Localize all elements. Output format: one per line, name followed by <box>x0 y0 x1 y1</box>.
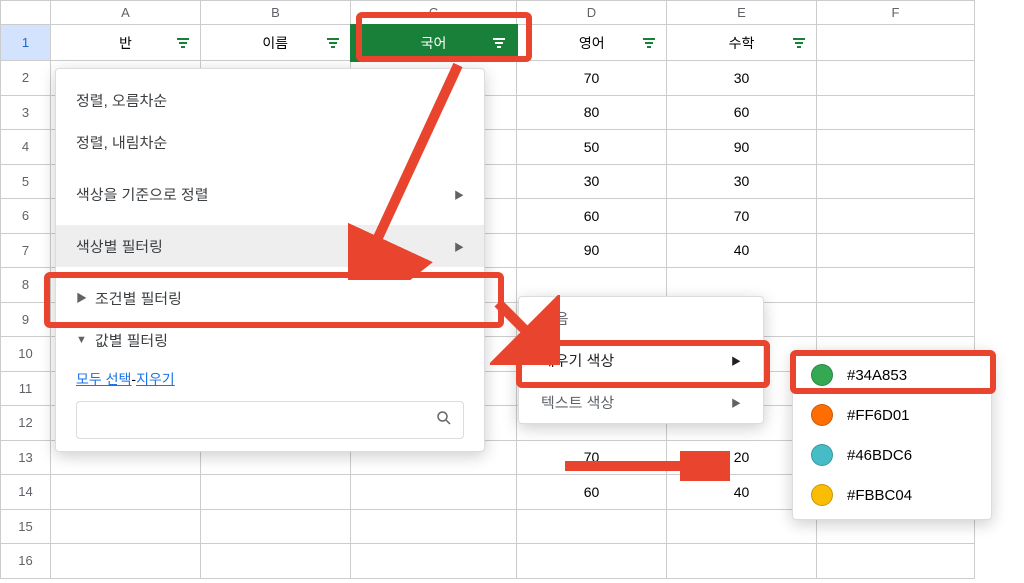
row-header-1[interactable]: 1 <box>1 25 51 61</box>
menu-filter-by-condition[interactable]: ▶ 조건별 필터링 <box>56 277 484 319</box>
row-header-16[interactable]: 16 <box>1 544 51 579</box>
submenu-label: 텍스트 색상 <box>541 392 614 413</box>
menu-label: 정렬, 내림차순 <box>76 132 167 153</box>
row-header-9[interactable]: 9 <box>1 302 51 337</box>
row-header-15[interactable]: 15 <box>1 509 51 544</box>
cell-F1[interactable] <box>817 25 975 61</box>
row-header-3[interactable]: 3 <box>1 95 51 130</box>
chevron-right-icon: ▶ <box>454 187 464 202</box>
menu-sort-desc[interactable]: 정렬, 내림차순 <box>56 121 484 163</box>
row-header-14[interactable]: 14 <box>1 475 51 510</box>
color-option[interactable]: #46BDC6 <box>793 435 991 475</box>
cell-D5[interactable]: 30 <box>517 164 667 199</box>
menu-label: 값별 필터링 <box>95 330 168 351</box>
row-header-11[interactable]: 11 <box>1 371 51 406</box>
select-clear-links: 모두 선택-지우기 <box>56 361 484 401</box>
chevron-right-icon: ▶ <box>76 290 87 306</box>
col-header-D[interactable]: D <box>517 1 667 25</box>
menu-label: 색상을 기준으로 정렬 <box>76 184 209 205</box>
cell-C1[interactable]: 국어 <box>351 25 517 61</box>
filter-menu: 정렬, 오름차순 정렬, 내림차순 색상을 기준으로 정렬 ▶ 색상별 필터링 … <box>55 68 485 452</box>
row-header-2[interactable]: 2 <box>1 61 51 96</box>
cell-E7[interactable]: 40 <box>667 233 817 268</box>
chevron-right-icon: ▶ <box>731 395 741 410</box>
col-header-B[interactable]: B <box>201 1 351 25</box>
filter-search[interactable] <box>76 401 464 439</box>
select-all-link[interactable]: 모두 선택 <box>76 371 131 387</box>
menu-label: 정렬, 오름차순 <box>76 90 167 111</box>
chevron-right-icon: ▶ <box>454 239 464 254</box>
color-picker-list: #34A853 #FF6D01 #46BDC6 #FBBC04 <box>792 350 992 520</box>
select-all-corner[interactable] <box>1 1 51 25</box>
menu-label: 조건별 필터링 <box>95 288 182 309</box>
header-label: 영어 <box>579 35 605 51</box>
cell-B1[interactable]: 이름 <box>201 25 351 61</box>
cell-D6[interactable]: 60 <box>517 199 667 234</box>
chevron-right-icon: ▶ <box>731 353 741 368</box>
cell-E4[interactable]: 90 <box>667 130 817 165</box>
color-label: #FF6D01 <box>847 407 910 424</box>
submenu-label: 채우기 색상 <box>541 350 614 371</box>
filter-icon[interactable] <box>640 34 658 52</box>
header-label: 수학 <box>729 35 755 51</box>
row-header-5[interactable]: 5 <box>1 164 51 199</box>
filter-color-submenu: 없음 채우기 색상 ▶ 텍스트 색상 ▶ <box>518 296 764 424</box>
color-label: #46BDC6 <box>847 447 912 464</box>
submenu-text-color[interactable]: 텍스트 색상 ▶ <box>519 381 763 423</box>
menu-filter-by-color[interactable]: 색상별 필터링 ▶ <box>56 225 484 267</box>
header-label: 이름 <box>262 35 288 51</box>
col-header-F[interactable]: F <box>817 1 975 25</box>
filter-icon[interactable] <box>174 34 192 52</box>
cell-E5[interactable]: 30 <box>667 164 817 199</box>
filter-icon-active[interactable] <box>490 34 508 52</box>
cell-D3[interactable]: 80 <box>517 95 667 130</box>
clear-link[interactable]: 지우기 <box>136 371 175 387</box>
menu-filter-by-values[interactable]: ▼ 값별 필터링 <box>56 319 484 361</box>
menu-sort-asc[interactable]: 정렬, 오름차순 <box>56 79 484 121</box>
row-fill-strip <box>516 62 519 96</box>
cell-D4[interactable]: 50 <box>517 130 667 165</box>
color-option[interactable]: #34A853 <box>793 355 991 395</box>
color-label: #34A853 <box>847 367 907 384</box>
submenu-fill-color[interactable]: 채우기 색상 ▶ <box>519 339 763 381</box>
header-label: 반 <box>119 35 132 51</box>
cell-D13[interactable]: 70 <box>517 440 667 475</box>
menu-label: 색상별 필터링 <box>76 236 163 257</box>
header-label: 국어 <box>421 35 447 51</box>
cell-E1[interactable]: 수학 <box>667 25 817 61</box>
color-swatch-icon <box>811 364 833 386</box>
row-header-7[interactable]: 7 <box>1 233 51 268</box>
row-header-10[interactable]: 10 <box>1 337 51 372</box>
color-label: #FBBC04 <box>847 487 912 504</box>
menu-sort-by-color[interactable]: 색상을 기준으로 정렬 ▶ <box>56 173 484 215</box>
filter-icon[interactable] <box>324 34 342 52</box>
row-header-6[interactable]: 6 <box>1 199 51 234</box>
cell-E3[interactable]: 60 <box>667 95 817 130</box>
row-header-13[interactable]: 13 <box>1 440 51 475</box>
cell-D14[interactable]: 60 <box>517 475 667 510</box>
col-header-E[interactable]: E <box>667 1 817 25</box>
row-header-12[interactable]: 12 <box>1 406 51 441</box>
color-option[interactable]: #FF6D01 <box>793 395 991 435</box>
row-header-8[interactable]: 8 <box>1 268 51 303</box>
color-option[interactable]: #FBBC04 <box>793 475 991 515</box>
submenu-label: 없음 <box>541 308 569 329</box>
filter-search-input[interactable] <box>87 412 435 428</box>
cell-D7[interactable]: 90 <box>517 233 667 268</box>
color-swatch-icon <box>811 404 833 426</box>
col-header-C[interactable]: C <box>351 1 517 25</box>
col-header-A[interactable]: A <box>51 1 201 25</box>
cell-E2[interactable]: 30 <box>667 61 817 96</box>
search-icon <box>435 409 453 432</box>
row-header-4[interactable]: 4 <box>1 130 51 165</box>
submenu-none[interactable]: 없음 <box>519 297 763 339</box>
cell-D2[interactable]: 70 <box>517 61 667 96</box>
color-swatch-icon <box>811 484 833 506</box>
color-swatch-icon <box>811 444 833 466</box>
chevron-down-icon: ▼ <box>76 334 87 346</box>
filter-icon[interactable] <box>790 34 808 52</box>
cell-D1[interactable]: 영어 <box>517 25 667 61</box>
cell-A1[interactable]: 반 <box>51 25 201 61</box>
cell-E6[interactable]: 70 <box>667 199 817 234</box>
